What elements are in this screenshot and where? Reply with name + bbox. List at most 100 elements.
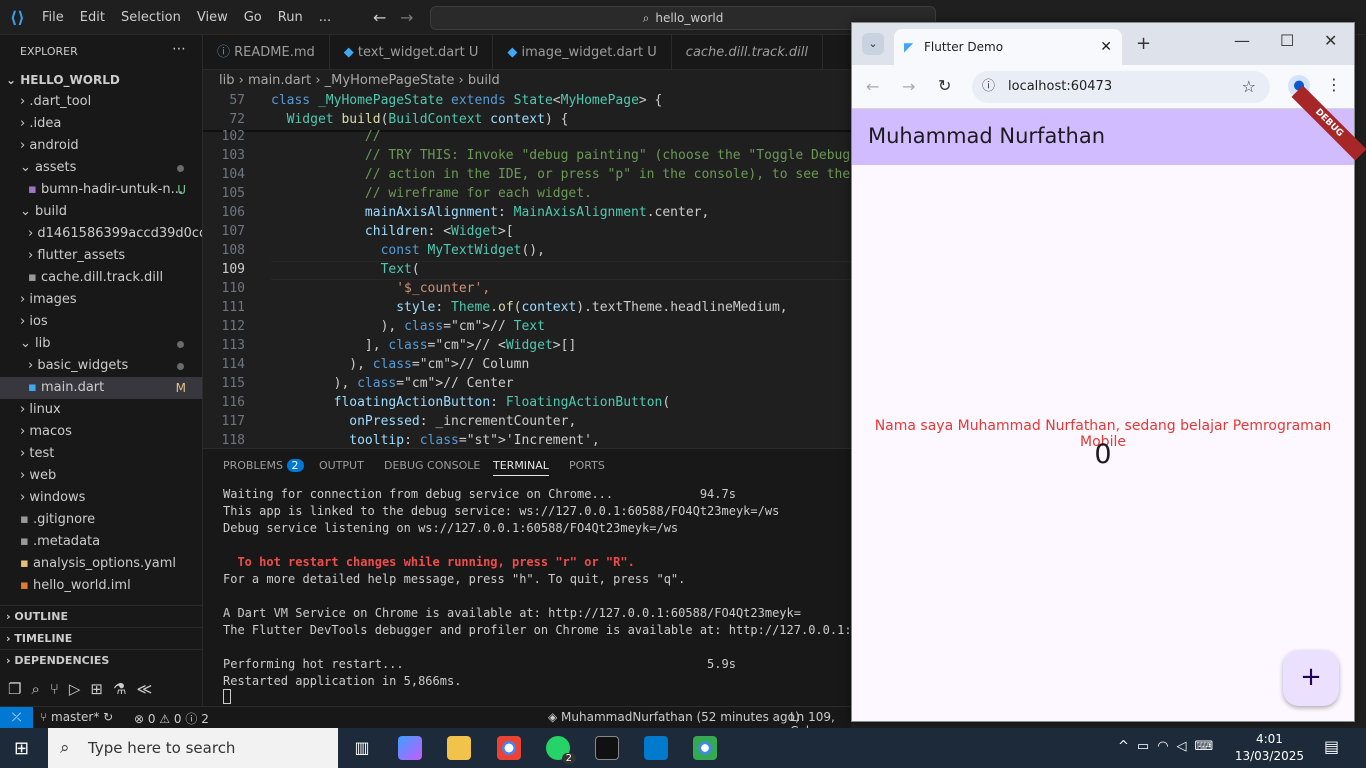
tree-item-label: d1461586399accd39d0ccf... (37, 226, 202, 241)
menu-run[interactable]: Run (270, 10, 311, 25)
chrome-profile-icon[interactable] (497, 736, 521, 760)
folder-item[interactable]: › flutter_assets (0, 245, 202, 267)
folder-item[interactable]: ⌄ assets (0, 157, 202, 179)
project-root[interactable]: ⌄ HELLO_WORLD (0, 69, 202, 91)
tab-text-widget[interactable]: ◆ text_widget.dart U (330, 35, 494, 70)
breadcrumb[interactable]: lib › main.dart › _MyHomePageState › bui… (203, 70, 851, 92)
chrome-app-icon[interactable] (693, 736, 717, 760)
menu-go[interactable]: Go (236, 10, 270, 25)
increment-fab[interactable]: + (1283, 650, 1339, 706)
clock[interactable]: 4:01 13/03/2025 (1235, 731, 1304, 765)
line-number: 103 (221, 148, 245, 163)
whatsapp-icon[interactable]: 2 (546, 736, 576, 764)
browser-tab[interactable]: ◤ Flutter Demo ✕ (894, 29, 1122, 65)
run-debug-icon[interactable]: ▷ (69, 680, 91, 698)
volume-icon[interactable]: ◁ (1177, 739, 1195, 754)
wifi-icon[interactable]: ◠ (1157, 739, 1176, 754)
forward-arrow-icon[interactable]: → (400, 8, 413, 27)
tab-search-icon[interactable]: ⌄ (862, 33, 884, 55)
browser-back-icon[interactable]: ← (866, 77, 879, 96)
reload-icon[interactable]: ↻ (938, 76, 951, 95)
panel-tab-terminal[interactable]: TERMINAL (493, 459, 549, 476)
line-number: 110 (221, 281, 245, 296)
problems-indicator[interactable]: ⊗ 0 ⚠ 0 ⓘ 2 (134, 710, 209, 727)
file-item[interactable]: ▪ .gitignore (0, 509, 202, 531)
file-item[interactable]: ▪ .metadata (0, 531, 202, 553)
menu-selection[interactable]: Selection (113, 10, 189, 25)
source-control-icon[interactable]: ⑂ (50, 680, 69, 698)
file-item[interactable]: ▪ bumn-hadir-untuk-n... U (0, 179, 202, 201)
remote-icon[interactable]: ⤫ (0, 707, 33, 728)
flutter-icon[interactable]: ≪ (136, 680, 162, 698)
browser-forward-icon[interactable]: → (902, 77, 915, 96)
address-bar[interactable]: ⓘ localhost:60473 ☆ (972, 71, 1270, 103)
battery-icon[interactable]: ▭ (1137, 739, 1157, 754)
panel-tab-debug-console[interactable]: DEBUG CONSOLE (384, 459, 480, 472)
chevron-right-icon: › (20, 490, 30, 505)
site-info-icon[interactable]: ⓘ (982, 71, 995, 103)
section-dependencies[interactable]: › DEPENDENCIES (0, 649, 202, 671)
folder-item[interactable]: › basic_widgets (0, 355, 202, 377)
panel-tab-problems[interactable]: PROBLEMS 2 (223, 459, 304, 472)
folder-item[interactable]: › ios (0, 311, 202, 333)
close-tab-icon[interactable]: ✕ (1100, 29, 1112, 65)
terminal-app-icon[interactable] (595, 736, 619, 760)
folder-item[interactable]: › web (0, 465, 202, 487)
extensions-icon[interactable]: ⊞ (90, 680, 113, 698)
tab-cache-dill[interactable]: cache.dill.track.dill (672, 35, 823, 70)
close-window-icon[interactable]: ✕ (1324, 31, 1337, 50)
back-arrow-icon[interactable]: ← (373, 8, 386, 27)
folder-item[interactable]: › macos (0, 421, 202, 443)
keyboard-icon[interactable]: ⌨ (1195, 739, 1222, 754)
folder-item[interactable]: › .dart_tool (0, 91, 202, 113)
folder-item[interactable]: › linux (0, 399, 202, 421)
menu-view[interactable]: View (189, 10, 236, 25)
section-outline[interactable]: › OUTLINE (0, 605, 202, 627)
folder-item[interactable]: ⌄ lib (0, 333, 202, 355)
folder-item[interactable]: › android (0, 135, 202, 157)
file-item[interactable]: ▪ hello_world.iml (0, 575, 202, 597)
folder-item[interactable]: › images (0, 289, 202, 311)
clock-time: 4:01 (1255, 732, 1283, 746)
taskbar-search[interactable]: ⌕ Type here to search (48, 728, 338, 768)
bookmark-star-icon[interactable]: ☆ (1242, 71, 1256, 103)
new-tab-icon[interactable]: + (1136, 33, 1151, 54)
tree-item-label: .metadata (32, 534, 101, 549)
tab-image-widget[interactable]: ◆ image_widget.dart U (493, 35, 672, 70)
menu-edit[interactable]: Edit (72, 10, 113, 25)
file-item[interactable]: ▪ main.dart M (0, 377, 202, 399)
folder-item[interactable]: › test (0, 443, 202, 465)
task-view-icon[interactable]: ▥ (350, 736, 374, 760)
vscode-app-icon[interactable] (644, 736, 668, 760)
flutter-logo-icon: ◤ (904, 40, 914, 54)
search-view-icon[interactable]: ⌕ (31, 680, 49, 698)
folder-item[interactable]: › .idea (0, 113, 202, 135)
folder-item[interactable]: › windows (0, 487, 202, 509)
panel-tab-output[interactable]: OUTPUT (319, 459, 364, 472)
browser-menu-icon[interactable]: ⋮ (1326, 75, 1342, 94)
menu-file[interactable]: File (34, 10, 72, 25)
more-actions-icon[interactable]: ⋯ (172, 41, 186, 57)
branch-indicator[interactable]: ⑂ master* ↻ (40, 710, 113, 724)
notification-icon[interactable]: ▤ (1324, 737, 1339, 756)
section-timeline[interactable]: › TIMELINE (0, 627, 202, 649)
git-blame[interactable]: ◈ MuhammadNurfathan (52 minutes ago) (548, 710, 800, 724)
file-explorer-icon[interactable] (447, 736, 471, 760)
files-icon[interactable]: ❐ (8, 680, 31, 698)
copilot-icon[interactable] (398, 736, 422, 760)
testing-icon[interactable]: ⚗ (113, 680, 136, 698)
folder-item[interactable]: ⌄ build (0, 201, 202, 223)
tab-readme[interactable]: ⓘ README.md (203, 35, 330, 70)
windows-start-icon[interactable]: ⊞ (14, 738, 29, 759)
terminal-line: Restarted application in 5,866ms. (223, 674, 462, 688)
chevron-up-icon[interactable]: ^ (1118, 739, 1137, 754)
terminal-output[interactable]: Waiting for connection from debug servic… (223, 486, 873, 690)
code-editor[interactable]: 57 class _MyHomePageState extends State<M… (203, 92, 851, 448)
file-item[interactable]: ▪ analysis_options.yaml (0, 553, 202, 575)
file-item[interactable]: ▪ cache.dill.track.dill (0, 267, 202, 289)
maximize-icon[interactable]: ☐ (1280, 31, 1294, 50)
menu-more[interactable]: ... (311, 10, 339, 25)
folder-item[interactable]: › d1461586399accd39d0ccf... (0, 223, 202, 245)
panel-tab-ports[interactable]: PORTS (569, 459, 605, 472)
minimize-icon[interactable]: — (1234, 31, 1250, 50)
